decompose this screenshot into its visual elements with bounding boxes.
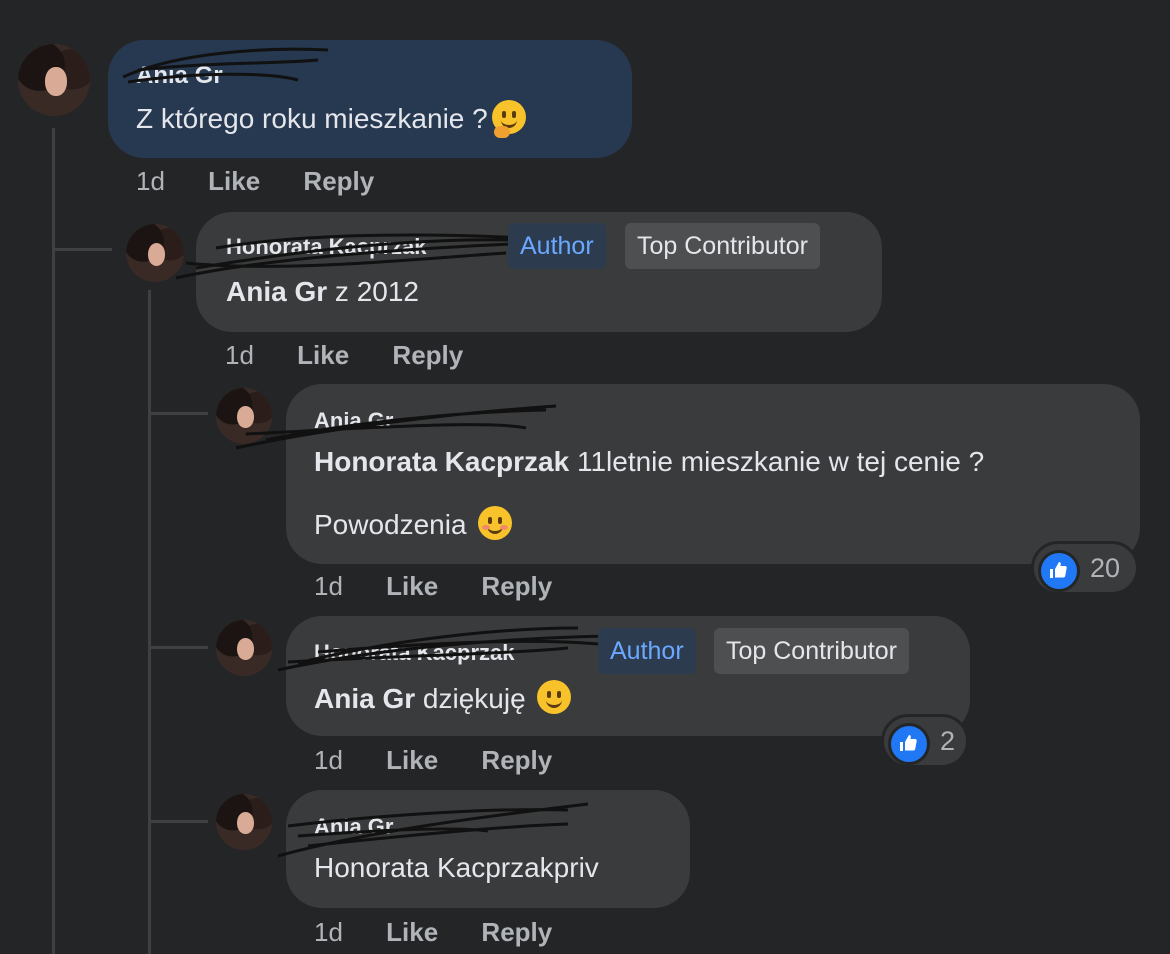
reply-button[interactable]: Reply [481,917,552,948]
thread-line [52,128,55,954]
comment-text: Honorata Kacprzakpriv [314,852,599,883]
comment-meta: 1d Like Reply [136,166,374,197]
comment-author[interactable]: Honorata Kacprzak [226,234,427,260]
avatar[interactable] [216,794,272,850]
comment-bubble [108,40,632,158]
thread-line [148,290,151,954]
thread-connector [52,248,112,251]
comment-author[interactable]: Ania Gr [136,62,223,90]
author-badge: Author [508,223,606,269]
timestamp: 1d [314,917,343,947]
like-button[interactable]: Like [386,571,438,602]
top-contributor-badge: Top Contributor [714,628,909,674]
timestamp: 1d [136,166,165,196]
reply-button[interactable]: Reply [392,340,463,371]
comment-text: Ania Gr dziękuję [314,680,572,715]
like-button[interactable]: Like [386,917,438,948]
timestamp: 1d [225,340,254,370]
comment-author[interactable]: Ania Gr [314,814,393,840]
author-badge: Author [598,628,696,674]
comment-meta: 1d Like Reply [225,340,463,371]
thread-connector [148,820,208,823]
reply-button[interactable]: Reply [303,166,374,197]
like-reaction-icon [1038,550,1080,592]
comment-meta: 1d Like Reply [314,745,552,776]
avatar[interactable] [216,388,272,444]
slightly-smiling-icon [537,680,572,714]
mention-link[interactable]: Ania Gr [314,683,415,714]
like-reaction-icon [888,723,930,765]
avatar[interactable] [216,620,272,676]
reply-button[interactable]: Reply [481,571,552,602]
reply-button[interactable]: Reply [481,745,552,776]
mention-link[interactable]: Honorata Kacprzak [314,446,569,477]
reaction-summary[interactable]: 20 [1034,544,1136,592]
avatar[interactable] [18,44,90,116]
avatar[interactable] [126,224,184,282]
top-contributor-badge: Top Contributor [625,223,820,269]
timestamp: 1d [314,571,343,601]
thread-connector [148,646,208,649]
like-button[interactable]: Like [386,745,438,776]
smiling-blush-icon [478,506,513,540]
comment-text-line2: Powodzenia [314,506,513,541]
comment-author[interactable]: Ania Gr [314,408,393,434]
like-button[interactable]: Like [208,166,260,197]
comment-text: Z którego roku mieszkanie ? [136,100,526,138]
comment-meta: 1d Like Reply [314,571,552,602]
comment-meta: 1d Like Reply [314,917,552,948]
thread-connector [148,412,208,415]
reaction-summary[interactable]: 2 [884,717,966,765]
comment-text: Honorata Kacprzak 11letnie mieszkanie w … [314,446,985,477]
reaction-count: 2 [940,726,956,756]
thinking-face-icon [491,100,526,138]
reaction-count: 20 [1090,553,1121,583]
mention-link[interactable]: Ania Gr [226,276,327,307]
comment-bubble [286,790,690,908]
timestamp: 1d [314,745,343,775]
comment-text: Ania Gr z 2012 [226,276,419,307]
comment-author[interactable]: Honorata Kacprzak [314,640,515,666]
like-button[interactable]: Like [297,340,349,371]
